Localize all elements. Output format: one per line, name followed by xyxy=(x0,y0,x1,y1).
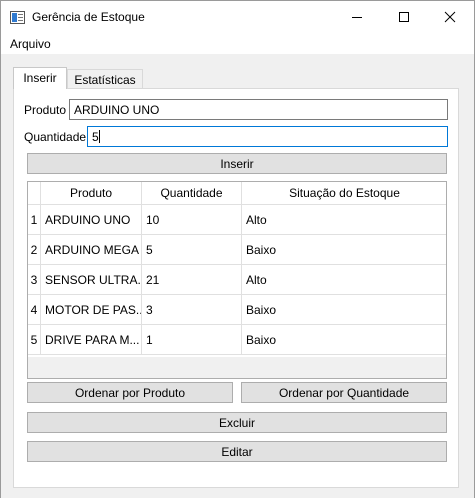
inserir-button[interactable]: Inserir xyxy=(27,153,447,174)
cell-produto[interactable]: MOTOR DE PAS... xyxy=(41,295,142,325)
minimize-icon xyxy=(352,17,362,18)
cell-produto[interactable]: ARDUINO UNO xyxy=(41,205,142,235)
editar-button[interactable]: Editar xyxy=(27,441,447,462)
row-header[interactable]: 1 xyxy=(28,205,41,235)
maximize-icon xyxy=(399,12,409,22)
title-bar[interactable]: Gerência de Estoque xyxy=(1,1,474,32)
minimize-button[interactable] xyxy=(334,1,380,32)
app-window: Gerência de Estoque Arquivo Inserir Esta… xyxy=(0,0,475,498)
header-situacao[interactable]: Situação do Estoque xyxy=(242,182,446,205)
close-icon xyxy=(444,11,456,23)
produto-input[interactable]: ARDUINO UNO xyxy=(69,99,448,120)
quantidade-input[interactable]: 5 xyxy=(87,126,448,147)
horizontal-scrollbar[interactable] xyxy=(28,357,446,378)
row-header[interactable]: 5 xyxy=(28,325,41,355)
table-corner xyxy=(28,182,41,205)
header-produto[interactable]: Produto xyxy=(41,182,142,205)
header-quantidade[interactable]: Quantidade xyxy=(142,182,242,205)
tab-estatisticas[interactable]: Estatísticas xyxy=(67,69,143,88)
produto-input-value: ARDUINO UNO xyxy=(74,103,160,117)
cell-situacao[interactable]: Baixo xyxy=(242,325,446,355)
cell-quantidade[interactable]: 21 xyxy=(142,265,242,295)
menu-arquivo[interactable]: Arquivo xyxy=(10,37,51,51)
excluir-button[interactable]: Excluir xyxy=(27,412,447,433)
produto-label: Produto xyxy=(24,103,67,117)
cell-produto[interactable]: ARDUINO MEGA xyxy=(41,235,142,265)
quantidade-label: Quantidade xyxy=(24,130,87,144)
quantidade-input-value: 5 xyxy=(92,130,99,144)
cell-quantidade[interactable]: 10 xyxy=(142,205,242,235)
maximize-button[interactable] xyxy=(381,1,427,32)
row-header[interactable]: 2 xyxy=(28,235,41,265)
ordenar-quantidade-button[interactable]: Ordenar por Quantidade xyxy=(241,382,447,403)
cell-produto[interactable]: SENSOR ULTRA... xyxy=(41,265,142,295)
menu-bar: Arquivo xyxy=(1,33,474,54)
tab-panel-inserir: Produto ARDUINO UNO Quantidade 5 Inserir… xyxy=(13,88,459,488)
text-caret xyxy=(98,130,100,143)
cell-quantidade[interactable]: 1 xyxy=(142,325,242,355)
cell-quantidade[interactable]: 3 xyxy=(142,295,242,325)
cell-situacao[interactable]: Alto xyxy=(242,205,446,235)
cell-quantidade[interactable]: 5 xyxy=(142,235,242,265)
row-header[interactable]: 4 xyxy=(28,295,41,325)
stock-table[interactable]: Produto Quantidade Situação do Estoque 1… xyxy=(27,181,447,379)
window-title: Gerência de Estoque xyxy=(32,10,145,24)
cell-situacao[interactable]: Baixo xyxy=(242,295,446,325)
cell-situacao[interactable]: Alto xyxy=(242,265,446,295)
tab-widget: Inserir Estatísticas Produto ARDUINO UNO… xyxy=(1,54,474,498)
cell-produto[interactable]: DRIVE PARA M... xyxy=(41,325,142,355)
row-header[interactable]: 3 xyxy=(28,265,41,295)
close-button[interactable] xyxy=(427,1,473,32)
cell-situacao[interactable]: Baixo xyxy=(242,235,446,265)
tab-inserir[interactable]: Inserir xyxy=(13,67,67,89)
ordenar-produto-button[interactable]: Ordenar por Produto xyxy=(27,382,233,403)
app-window-icon xyxy=(10,11,25,24)
